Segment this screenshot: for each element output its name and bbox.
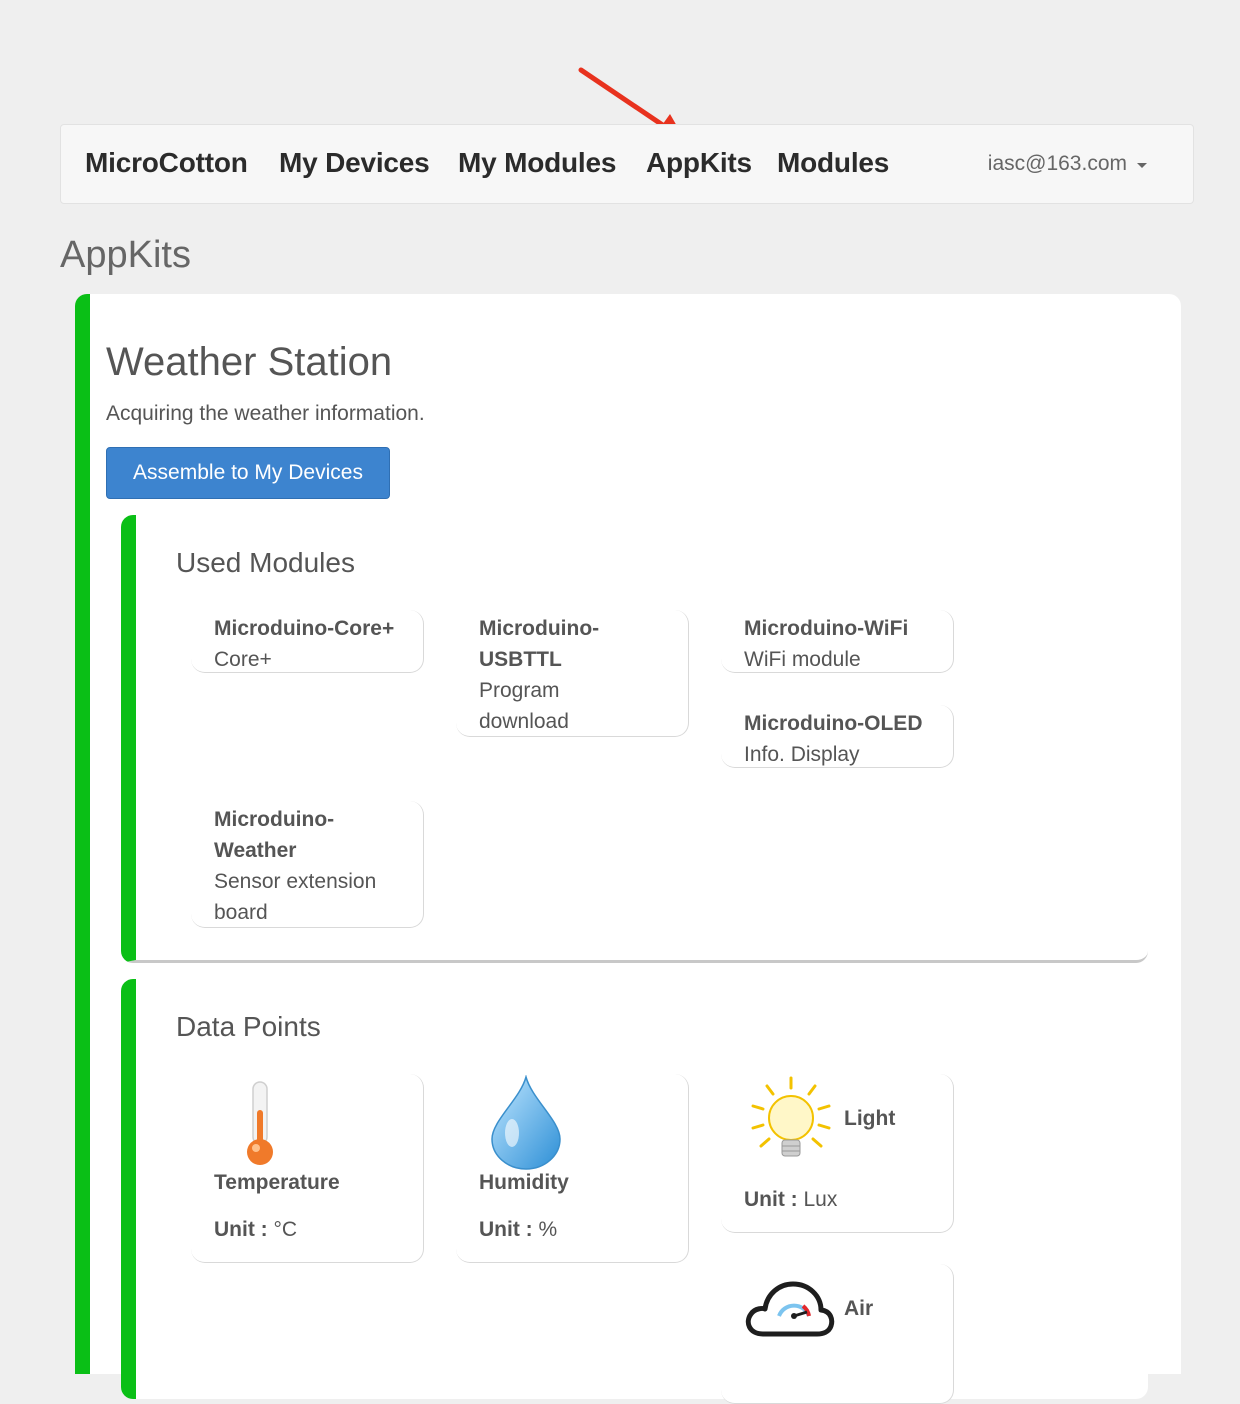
data-point-name: Light bbox=[844, 1107, 896, 1130]
module-name: Microduino-USBTTL bbox=[479, 617, 600, 671]
page-title: AppKits bbox=[60, 234, 191, 276]
used-modules-title: Used Modules bbox=[176, 547, 355, 578]
water-drop-icon bbox=[491, 1075, 561, 1170]
module-desc: WiFi module bbox=[744, 648, 861, 671]
data-points-panel: Data Points Temperature Unit : °C Humidi… bbox=[121, 979, 1148, 1404]
caret-down-icon bbox=[1137, 163, 1147, 168]
thermometer-icon bbox=[247, 1081, 273, 1165]
user-menu-dropdown[interactable]: iasc@163.com bbox=[988, 152, 1147, 176]
module-desc: Core+ bbox=[214, 648, 272, 671]
nav-my-modules-link[interactable]: My Modules bbox=[458, 147, 616, 179]
module-name: Microduino-Core+ bbox=[214, 617, 395, 640]
assemble-button[interactable]: Assemble to My Devices bbox=[106, 447, 390, 499]
module-name: Microduino-Weather bbox=[214, 808, 335, 862]
module-desc: Info. Display bbox=[744, 743, 860, 766]
nav-modules-link[interactable]: Modules bbox=[777, 147, 889, 179]
module-card[interactable]: Microduino-Core+ Core+ bbox=[191, 610, 424, 673]
module-name: Microduino-WiFi bbox=[744, 617, 909, 640]
kit-description: Acquiring the weather information. bbox=[106, 402, 425, 425]
nav-my-devices-link[interactable]: My Devices bbox=[279, 147, 430, 179]
data-point-name: Air bbox=[844, 1297, 874, 1320]
data-point-card[interactable]: Temperature Unit : °C bbox=[191, 1074, 424, 1263]
data-point-card[interactable]: Air bbox=[721, 1264, 954, 1404]
data-point-unit: Unit : Lux bbox=[744, 1188, 838, 1211]
kit-title: Weather Station bbox=[106, 340, 393, 384]
module-card[interactable]: Microduino-USBTTL Program download bbox=[456, 610, 689, 737]
data-point-name: Temperature bbox=[214, 1171, 340, 1194]
data-point-name: Humidity bbox=[479, 1171, 569, 1194]
data-point-unit: Unit : °C bbox=[214, 1218, 298, 1241]
module-card[interactable]: Microduino-Weather Sensor extension boar… bbox=[191, 801, 424, 928]
used-modules-panel: Used Modules Microduino-Core+ Core+ Micr… bbox=[121, 515, 1148, 963]
appkit-card: Weather Station Acquiring the weather in… bbox=[75, 294, 1181, 1404]
module-name: Microduino-OLED bbox=[744, 712, 923, 735]
user-email: iasc@163.com bbox=[987, 152, 1127, 175]
data-points-title: Data Points bbox=[176, 1011, 321, 1042]
air-cloud-icon bbox=[745, 1281, 835, 1337]
module-card[interactable]: Microduino-WiFi WiFi module bbox=[721, 610, 954, 673]
module-card[interactable]: Microduino-OLED Info. Display bbox=[721, 705, 954, 768]
navbar: MicroCotton My Devices My Modules AppKit… bbox=[60, 124, 1194, 204]
module-desc: Program download bbox=[479, 679, 569, 733]
nav-brand-link[interactable]: MicroCotton bbox=[85, 147, 248, 179]
data-point-card[interactable]: Humidity Unit : % bbox=[456, 1074, 689, 1263]
nav-appkits-link[interactable]: AppKits bbox=[646, 147, 752, 179]
data-point-card[interactable]: Light Unit : Lux bbox=[721, 1074, 954, 1233]
light-bulb-icon bbox=[751, 1076, 831, 1157]
module-desc: Sensor extension board bbox=[214, 870, 377, 924]
data-point-unit: Unit : % bbox=[479, 1218, 558, 1241]
